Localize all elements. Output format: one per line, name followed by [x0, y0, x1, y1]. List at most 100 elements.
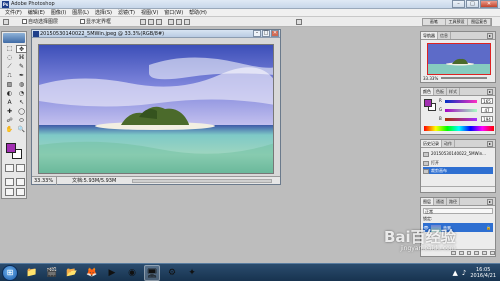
- full-screen-menu-icon[interactable]: [16, 178, 25, 186]
- align-center-icon[interactable]: [176, 19, 182, 25]
- channel-r-value[interactable]: 165: [481, 98, 493, 104]
- auto-select-option[interactable]: 自动选择图层: [22, 18, 58, 26]
- foreground-color-swatch[interactable]: [6, 143, 16, 153]
- eraser-tool-icon[interactable]: ◐: [4, 90, 15, 98]
- taskbar-settings-icon[interactable]: ⚙: [164, 265, 180, 281]
- lasso-tool-icon[interactable]: ◌: [4, 54, 15, 62]
- menu-help[interactable]: 帮助(H): [186, 9, 210, 16]
- document-minimize-button[interactable]: –: [253, 30, 261, 37]
- palette-well-comps[interactable]: 图层复合: [468, 19, 492, 25]
- color-ramp[interactable]: [424, 126, 494, 131]
- history-state-crop[interactable]: 裁剪画布: [423, 167, 493, 174]
- move-tool-icon[interactable]: ✥: [16, 45, 27, 53]
- standard-screen-icon[interactable]: [5, 178, 14, 186]
- start-button[interactable]: ⊞: [2, 265, 18, 281]
- align-top-icon[interactable]: [140, 19, 146, 25]
- layers-menu-icon[interactable]: ▸: [487, 199, 493, 205]
- healing-brush-tool-icon[interactable]: ⎍: [4, 72, 15, 80]
- tab-info[interactable]: 信息: [438, 32, 451, 39]
- move-tool-preset-icon[interactable]: [3, 19, 9, 25]
- document-title-bar[interactable]: 20150530140022_5MWin.jpeg @ 33.3%(RGB/8#…: [32, 30, 280, 38]
- horizontal-scrollbar[interactable]: [132, 179, 272, 183]
- new-layer-icon[interactable]: [482, 251, 488, 255]
- layer-mask-icon[interactable]: [458, 251, 464, 255]
- quick-mask-icon[interactable]: [16, 164, 25, 172]
- taskbar-firefox-icon[interactable]: 🦊: [84, 265, 100, 281]
- menu-file[interactable]: 文件(F): [2, 9, 25, 16]
- history-snapshot[interactable]: 20150530140022_5MWin...: [423, 150, 493, 157]
- tab-color[interactable]: 颜色: [421, 88, 434, 95]
- color-menu-icon[interactable]: ▸: [487, 89, 493, 95]
- notes-tool-icon[interactable]: ☍: [4, 117, 15, 125]
- eyedropper-tool-icon[interactable]: ⬭: [16, 117, 27, 125]
- tab-actions[interactable]: 动作: [442, 140, 455, 147]
- taskbar-player-icon[interactable]: ▶: [104, 265, 120, 281]
- tab-swatches[interactable]: 色板: [434, 88, 447, 95]
- maximize-button[interactable]: □: [466, 0, 479, 8]
- jump-to-imageready-icon[interactable]: [16, 188, 25, 196]
- document-maximize-button[interactable]: □: [262, 30, 270, 37]
- brush-tool-icon[interactable]: ✒: [16, 72, 27, 80]
- menu-layer[interactable]: 图层(L): [69, 9, 92, 16]
- palette-well-presets[interactable]: 工具预设: [446, 19, 469, 25]
- show-bounds-checkbox[interactable]: [80, 19, 85, 24]
- channel-b-value[interactable]: 194: [481, 116, 493, 122]
- blend-mode-select[interactable]: 正常: [423, 208, 493, 214]
- path-selection-tool-icon[interactable]: ↖: [16, 99, 27, 107]
- show-bounds-option[interactable]: 显示定界框: [80, 18, 111, 26]
- pen-tool-icon[interactable]: ✚: [4, 108, 15, 116]
- slice-tool-icon[interactable]: ✎: [16, 63, 27, 71]
- type-tool-icon[interactable]: A: [4, 99, 15, 107]
- tab-paths[interactable]: 路径: [447, 198, 460, 205]
- volume-icon[interactable]: ♪: [462, 269, 466, 277]
- hand-tool-icon[interactable]: ✋: [4, 126, 15, 134]
- menu-view[interactable]: 视图(V): [138, 9, 161, 16]
- menu-window[interactable]: 窗口(W): [161, 9, 186, 16]
- taskbar-photoshop-icon[interactable]: 🖥: [144, 265, 160, 281]
- history-menu-icon[interactable]: ▸: [487, 141, 493, 147]
- history-brush-tool-icon[interactable]: ◍: [16, 81, 27, 89]
- channel-b-slider[interactable]: [445, 118, 477, 121]
- taskbar-explorer-icon[interactable]: 📁: [24, 265, 40, 281]
- crop-tool-icon[interactable]: ⟋: [4, 63, 15, 71]
- taskbar-record-icon[interactable]: ◉: [124, 265, 140, 281]
- tab-channels[interactable]: 通道: [434, 198, 447, 205]
- adjustment-layer-icon[interactable]: [474, 251, 480, 255]
- tab-navigator[interactable]: 导航器: [421, 32, 438, 39]
- image-canvas[interactable]: [38, 44, 274, 174]
- stamp-tool-icon[interactable]: ▧: [4, 81, 15, 89]
- zoom-tool-icon[interactable]: 🔍: [16, 126, 27, 134]
- channel-r-slider[interactable]: [445, 100, 477, 103]
- navigator-zoom-value[interactable]: 33.33%: [423, 76, 438, 81]
- align-middle-icon[interactable]: [148, 19, 154, 25]
- align-left-icon[interactable]: [168, 19, 174, 25]
- taskbar-app-icon[interactable]: ✦: [184, 265, 200, 281]
- shape-tool-icon[interactable]: ◯: [16, 108, 27, 116]
- magic-wand-tool-icon[interactable]: ⌘: [16, 54, 27, 62]
- new-set-icon[interactable]: [466, 251, 472, 255]
- menu-image[interactable]: 图像(I): [48, 9, 69, 16]
- trash-icon[interactable]: [490, 251, 495, 255]
- menu-filter[interactable]: 滤镜(T): [115, 9, 138, 16]
- taskbar-folder-icon[interactable]: 📂: [64, 265, 80, 281]
- file-browser-icon[interactable]: [296, 19, 302, 25]
- navigator-thumbnail[interactable]: [427, 43, 491, 75]
- color-foreground-swatch[interactable]: [424, 99, 432, 107]
- document-close-button[interactable]: ✕: [271, 30, 279, 37]
- channel-g-slider[interactable]: [445, 109, 477, 112]
- clock[interactable]: 16:05 2016/4/21: [470, 267, 496, 279]
- menu-select[interactable]: 选择(S): [92, 9, 115, 16]
- auto-select-checkbox[interactable]: [22, 19, 27, 24]
- standard-mode-icon[interactable]: [5, 164, 14, 172]
- channel-g-value[interactable]: 47: [481, 107, 493, 113]
- close-button[interactable]: ✕: [480, 0, 498, 8]
- tab-layers[interactable]: 图层: [421, 198, 434, 205]
- zoom-level[interactable]: 33.33%: [34, 177, 58, 185]
- navigator-menu-icon[interactable]: ▸: [487, 33, 493, 39]
- minimize-button[interactable]: –: [452, 0, 465, 8]
- palette-well-brush[interactable]: 画笔: [423, 19, 446, 25]
- marquee-tool-icon[interactable]: ⬚: [4, 45, 15, 53]
- gradient-tool-icon[interactable]: ◔: [16, 90, 27, 98]
- menu-edit[interactable]: 编辑(E): [25, 9, 48, 16]
- history-state-open[interactable]: 打开: [423, 159, 493, 166]
